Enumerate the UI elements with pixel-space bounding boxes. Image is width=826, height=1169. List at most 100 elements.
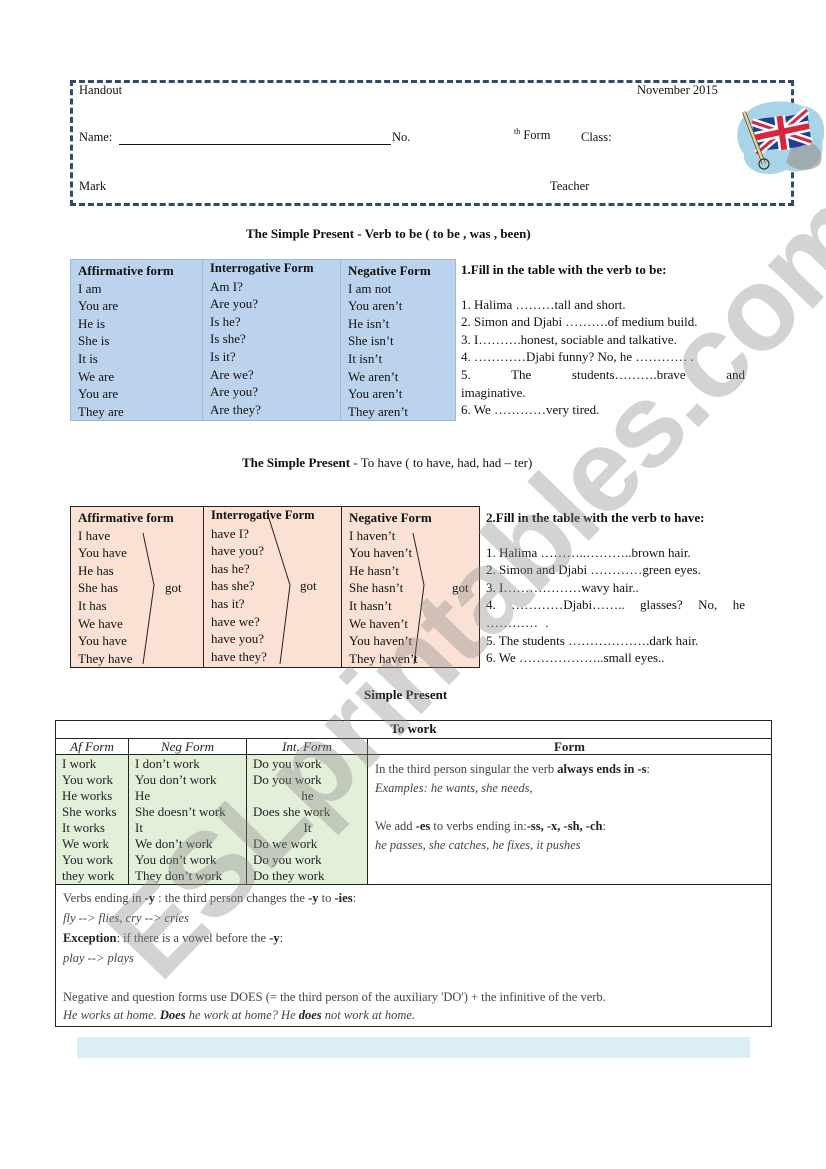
table-cell: Do you work xyxy=(253,772,322,787)
table-cell: I don’t work xyxy=(135,756,200,771)
table-cell: You don’t work xyxy=(135,772,217,787)
table-cell[interactable]: It xyxy=(135,820,241,836)
table-cell: Are you? xyxy=(210,384,259,400)
rule-bold: Does xyxy=(159,1008,186,1022)
rule-es: We add -es to verbs ending in:-ss, -x, -… xyxy=(375,817,763,836)
table-cell: She doesn’t work xyxy=(135,804,226,819)
exercise-item[interactable]: 3. I……….honest, sociable and talkative. xyxy=(461,331,745,349)
rule-bold: -ss, -x, -sh, -ch xyxy=(526,819,603,833)
table-cell: Is he? xyxy=(210,313,241,329)
footer-bar xyxy=(77,1037,750,1058)
exercise-item[interactable]: 3. I………………wavy hair.. xyxy=(486,579,745,597)
table-cell[interactable]: He xyxy=(135,788,241,804)
table-cell: Are you? xyxy=(210,296,259,312)
form-superscript: th xyxy=(514,127,521,136)
form-rules-cell: In the third person singular the verb al… xyxy=(367,754,772,885)
brace-icon xyxy=(142,532,155,665)
table-cell: We don’t work xyxy=(135,836,213,851)
section-title-to-have: The Simple Present - To have ( to have, … xyxy=(242,455,532,471)
table-cell: It works xyxy=(62,820,105,835)
column-heading: Interrogative Form xyxy=(210,261,314,275)
rule-text: He works at home. xyxy=(63,1008,160,1022)
table-cell: Do we work xyxy=(253,836,318,851)
rule-bold: Exception xyxy=(63,931,117,945)
rule-text: We add xyxy=(375,819,416,833)
table-cell: Do they work xyxy=(253,868,325,883)
table-cell: Is she? xyxy=(210,331,246,347)
form-label: th Form xyxy=(514,127,550,143)
exercise-item[interactable]: 1. Halima ………tall and short. xyxy=(461,296,745,314)
table-cell: She works xyxy=(62,804,117,819)
rule-bold: does xyxy=(298,1008,322,1022)
table-cell: They aren’t xyxy=(348,403,409,419)
exercise-verb-to-be: 1.Fill in the table with the verb to be:… xyxy=(461,261,745,419)
handout-label: Handout xyxy=(79,83,123,97)
section-title-bold: The Simple Present xyxy=(242,455,351,470)
table-cell: He is xyxy=(78,315,106,331)
section-title-verb-to-be: The Simple Present - Verb to be ( to be … xyxy=(246,226,531,241)
affirmative-column: Affirmative form I am You are He is She … xyxy=(70,259,203,421)
rule-bold: -y xyxy=(144,891,156,905)
section-title-rest: - To have ( to have, had, had – ter) xyxy=(350,455,533,470)
notes-cell: Verbs ending in -y : the third person ch… xyxy=(55,884,772,1027)
exercise-item[interactable]: 4. …………Djabi…….. glasses? No, he ………… . xyxy=(486,596,745,631)
header-box xyxy=(70,80,794,206)
table-cell[interactable]: he xyxy=(253,788,362,804)
exercise-item[interactable]: 1. Halima ………..………..brown hair. xyxy=(486,544,745,562)
exercise-title: 2.Fill in the table with the verb to hav… xyxy=(486,510,705,525)
exercise-item[interactable]: 5. The students……….brave and imaginative… xyxy=(461,366,745,401)
rule-third-person: In the third person singular the verb al… xyxy=(375,760,763,779)
rule-bold: always ends in -s xyxy=(557,762,647,776)
rule-text: : the third person changes the xyxy=(155,891,309,905)
section-title-simple-present: Simple Present xyxy=(364,687,448,702)
exercise-item[interactable]: 4. …………Djabi funny? No, he ………… . xyxy=(461,348,745,366)
table-cell: You don’t work xyxy=(135,852,217,867)
interrogative-column: Interrogative Form Am I? Are you? Is he?… xyxy=(202,259,341,421)
table-cell: It isn’t xyxy=(348,350,383,366)
exercise-title: 1.Fill in the table with the verb to be: xyxy=(461,262,667,277)
table-cell: Are they? xyxy=(210,401,261,417)
header-negative: Neg Form xyxy=(128,738,247,755)
to-work-table: To work Af Form Neg Form Int. Form Form … xyxy=(55,720,772,1027)
rule-text: : xyxy=(279,931,284,945)
got-label: got xyxy=(452,580,469,595)
rule-bold: -es xyxy=(415,819,431,833)
rule-text: : xyxy=(646,762,650,776)
table-cell: I am xyxy=(78,280,102,296)
exercise-item[interactable]: 2. Simon and Djabi ……….of medium build. xyxy=(461,313,745,331)
exercise-verb-to-have: 2.Fill in the table with the verb to hav… xyxy=(486,509,745,667)
table-cell: They are xyxy=(78,403,124,419)
negative-column: I don’t work You don’t work He She doesn… xyxy=(128,754,247,885)
rule-text: : xyxy=(602,819,606,833)
class-label: Class: xyxy=(581,130,612,144)
rule-examples: he passes, she catches, he fixes, it pus… xyxy=(375,838,581,852)
table-cell[interactable]: It xyxy=(253,820,362,836)
table-cell: It is xyxy=(78,350,98,366)
table-cell: We work xyxy=(62,836,109,851)
table-cell: She is xyxy=(78,333,110,349)
exercise-item[interactable]: 6. We …………very tired. xyxy=(461,401,745,419)
exercise-item[interactable]: 6. We ………………..small eyes.. xyxy=(486,649,745,667)
negative-column: Negative Form I am not You aren’t He isn… xyxy=(340,259,456,421)
table-title: To work xyxy=(55,720,772,739)
interrogative-column: Interrogative Form have I? have you? has… xyxy=(203,506,342,668)
affirmative-column: Affirmative form I have You have He has … xyxy=(70,506,204,668)
rule-text: In the third person singular the verb xyxy=(375,762,558,776)
exercise-item[interactable]: 5. The students ……………….dark hair. xyxy=(486,632,745,650)
exercise-item[interactable]: 2. Simon and Djabi …………green eyes. xyxy=(486,561,745,579)
table-cell: She isn’t xyxy=(348,333,394,349)
table-cell: They don’t work xyxy=(135,868,223,883)
table-cell: Am I? xyxy=(210,278,243,294)
interrogative-column: Do you work Do you work he Does she work… xyxy=(246,754,368,885)
brace-icon xyxy=(266,511,291,665)
header-interrogative: Int. Form xyxy=(246,738,368,755)
table-cell: You aren’t xyxy=(348,298,403,314)
column-heading: Affirmative form xyxy=(78,263,174,278)
table-cell: they work xyxy=(62,868,115,883)
name-field-line[interactable] xyxy=(119,144,391,145)
table-cell: Do you work xyxy=(253,852,322,867)
rule-text: to verbs ending in: xyxy=(430,819,527,833)
table-cell: You work xyxy=(62,852,114,867)
table-cell: You are xyxy=(78,386,119,402)
got-label: got xyxy=(165,580,182,595)
